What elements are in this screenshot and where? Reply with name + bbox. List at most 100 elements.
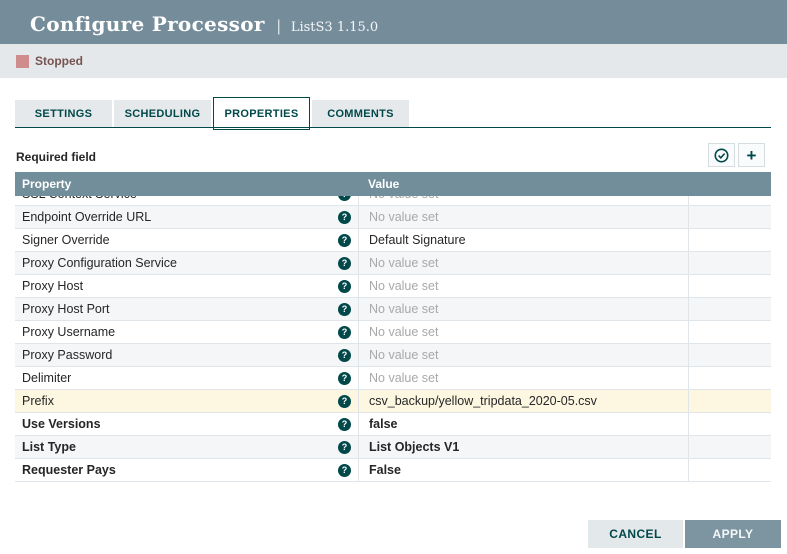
status-label: Stopped xyxy=(35,54,83,68)
row-actions-cell xyxy=(688,344,771,366)
property-name-cell: SSL Context Service? xyxy=(15,196,358,205)
table-body: SSL Context Service?No value setEndpoint… xyxy=(15,196,771,482)
property-name-cell: List Type? xyxy=(15,436,358,458)
cancel-button[interactable]: CANCEL xyxy=(588,520,683,548)
property-row: Signer Override?Default Signature xyxy=(15,229,771,252)
help-icon[interactable]: ? xyxy=(338,349,351,362)
check-circle-icon xyxy=(714,148,729,163)
help-icon[interactable]: ? xyxy=(338,196,351,201)
property-name-cell: Requester Pays? xyxy=(15,459,358,481)
tab-underline xyxy=(15,127,771,128)
property-name: Endpoint Override URL xyxy=(22,206,151,228)
property-name-cell: Proxy Password? xyxy=(15,344,358,366)
row-actions-cell xyxy=(688,275,771,297)
dialog-title: Configure Processor xyxy=(30,12,265,36)
property-name-cell: Endpoint Override URL? xyxy=(15,206,358,228)
help-icon[interactable]: ? xyxy=(338,303,351,316)
help-icon[interactable]: ? xyxy=(338,372,351,385)
properties-table: Property Value SSL Context Service?No va… xyxy=(15,172,771,482)
property-name-cell: Delimiter? xyxy=(15,367,358,389)
property-row: Delimiter?No value set xyxy=(15,367,771,390)
property-row: Proxy Password?No value set xyxy=(15,344,771,367)
help-icon[interactable]: ? xyxy=(338,326,351,339)
row-actions-cell xyxy=(688,321,771,343)
property-name-cell: Signer Override? xyxy=(15,229,358,251)
add-property-button[interactable]: + xyxy=(738,143,765,167)
tab-scheduling[interactable]: SCHEDULING xyxy=(114,100,211,127)
property-value[interactable]: Default Signature xyxy=(358,229,688,251)
property-name-cell: Proxy Host Port? xyxy=(15,298,358,320)
row-actions-cell xyxy=(688,413,771,435)
dialog-header: Configure Processor | ListS3 1.15.0 xyxy=(0,0,787,44)
property-name: Use Versions xyxy=(22,413,101,435)
property-name: Proxy Configuration Service xyxy=(22,252,177,274)
property-value[interactable]: No value set xyxy=(358,367,688,389)
property-name: Proxy Password xyxy=(22,344,112,366)
row-actions-cell xyxy=(688,390,771,412)
row-actions-cell xyxy=(688,459,771,481)
property-value[interactable]: No value set xyxy=(358,206,688,228)
property-name-cell: Prefix? xyxy=(15,390,358,412)
help-icon[interactable]: ? xyxy=(338,395,351,408)
help-icon[interactable]: ? xyxy=(338,280,351,293)
property-name-cell: Proxy Configuration Service? xyxy=(15,252,358,274)
property-name: Prefix xyxy=(22,390,54,412)
property-row: Use Versions?false xyxy=(15,413,771,436)
property-value[interactable]: false xyxy=(358,413,688,435)
verify-properties-button[interactable] xyxy=(708,143,735,167)
row-actions-cell xyxy=(688,298,771,320)
tab-bar: SETTINGSSCHEDULINGPROPERTIESCOMMENTS xyxy=(15,100,411,127)
row-actions-cell xyxy=(688,436,771,458)
row-actions-cell xyxy=(688,367,771,389)
column-header-property: Property xyxy=(15,172,358,196)
property-name-cell: Proxy Host? xyxy=(15,275,358,297)
property-row: Proxy Configuration Service?No value set xyxy=(15,252,771,275)
table-header: Property Value xyxy=(15,172,771,196)
property-name-cell: Proxy Username? xyxy=(15,321,358,343)
tab-properties[interactable]: PROPERTIES xyxy=(213,97,310,130)
row-actions-cell xyxy=(688,252,771,274)
column-header-value: Value xyxy=(358,172,688,196)
help-icon[interactable]: ? xyxy=(338,234,351,247)
property-row: Proxy Host Port?No value set xyxy=(15,298,771,321)
property-row: Prefix?csv_backup/yellow_tripdata_2020-0… xyxy=(15,390,771,413)
property-name-cell: Use Versions? xyxy=(15,413,358,435)
processor-type-version: ListS3 1.15.0 xyxy=(291,20,378,35)
property-value[interactable]: No value set xyxy=(358,275,688,297)
help-icon[interactable]: ? xyxy=(338,464,351,477)
property-row: Proxy Host?No value set xyxy=(15,275,771,298)
property-value[interactable]: csv_backup/yellow_tripdata_2020-05.csv xyxy=(358,390,688,412)
property-name: Delimiter xyxy=(22,367,71,389)
tab-comments[interactable]: COMMENTS xyxy=(312,100,409,127)
property-name: SSL Context Service xyxy=(22,196,137,205)
help-icon[interactable]: ? xyxy=(338,441,351,454)
property-value[interactable]: False xyxy=(358,459,688,481)
property-row: Requester Pays?False xyxy=(15,459,771,482)
property-value[interactable]: No value set xyxy=(358,196,688,205)
title-separator: | xyxy=(277,18,281,36)
row-actions-cell xyxy=(688,196,771,205)
stopped-square-icon xyxy=(16,55,29,68)
property-row: SSL Context Service?No value set xyxy=(15,196,771,206)
apply-button[interactable]: APPLY xyxy=(685,520,781,548)
required-field-label: Required field xyxy=(16,150,96,164)
property-name: Proxy Username xyxy=(22,321,115,343)
tab-settings[interactable]: SETTINGS xyxy=(15,100,112,127)
property-value[interactable]: List Objects V1 xyxy=(358,436,688,458)
row-actions-cell xyxy=(688,206,771,228)
help-icon[interactable]: ? xyxy=(338,257,351,270)
property-value[interactable]: No value set xyxy=(358,321,688,343)
property-row: List Type?List Objects V1 xyxy=(15,436,771,459)
property-value[interactable]: No value set xyxy=(358,344,688,366)
property-value[interactable]: No value set xyxy=(358,298,688,320)
help-icon[interactable]: ? xyxy=(338,418,351,431)
help-icon[interactable]: ? xyxy=(338,211,351,224)
row-actions-cell xyxy=(688,229,771,251)
property-name: Proxy Host Port xyxy=(22,298,110,320)
property-row: Endpoint Override URL?No value set xyxy=(15,206,771,229)
property-value[interactable]: No value set xyxy=(358,252,688,274)
configure-processor-dialog: Configure Processor | ListS3 1.15.0 Stop… xyxy=(0,0,787,554)
property-name: Signer Override xyxy=(22,229,110,251)
property-name: Requester Pays xyxy=(22,459,116,481)
plus-icon: + xyxy=(747,147,757,164)
